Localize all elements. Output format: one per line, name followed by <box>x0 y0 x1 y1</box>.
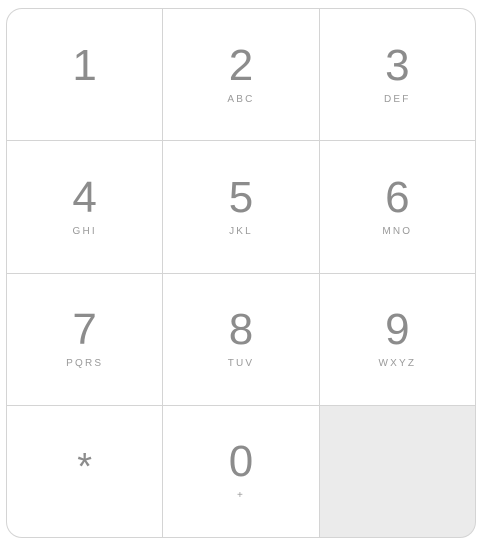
key-digit: 8 <box>228 305 254 355</box>
key-5[interactable]: 5 JKL <box>163 141 319 273</box>
key-9[interactable]: 9 WXYZ <box>319 273 475 405</box>
key-letters: JKL <box>229 225 253 237</box>
key-1[interactable]: 1 <box>7 9 163 141</box>
key-3[interactable]: 3 DEF <box>319 9 475 141</box>
key-digit: 9 <box>385 305 410 355</box>
key-digit: 7 <box>72 305 97 355</box>
key-digit: 3 <box>385 40 410 90</box>
key-letters: + <box>236 490 246 502</box>
key-8[interactable]: 8 TUV <box>163 273 319 405</box>
key-digit: 5 <box>228 172 254 222</box>
key-6[interactable]: 6 MNO <box>319 141 475 273</box>
key-2[interactable]: 2 ABC <box>163 9 319 141</box>
key-letters: WXYZ <box>378 358 417 370</box>
dial-keypad: 1 2 ABC 3 DEF 4 GHI 5 JKL 6 MNO 7 PQRS 8… <box>6 8 476 538</box>
key-digit: 2 <box>228 40 254 90</box>
key-blank <box>319 405 475 537</box>
key-digit: 4 <box>72 172 97 222</box>
key-letters: GHI <box>72 225 97 237</box>
key-letters: PQRS <box>66 358 104 370</box>
key-digit: * <box>77 446 93 489</box>
key-4[interactable]: 4 GHI <box>7 141 163 273</box>
key-7[interactable]: 7 PQRS <box>7 273 163 405</box>
key-digit: 6 <box>385 172 410 222</box>
key-star[interactable]: * <box>7 405 163 537</box>
key-digit: 1 <box>72 40 97 90</box>
key-0[interactable]: 0 + <box>163 405 319 537</box>
key-letters: DEF <box>384 93 411 105</box>
key-letters: ABC <box>227 93 255 105</box>
key-digit: 0 <box>228 437 254 487</box>
key-letters: TUV <box>227 358 255 370</box>
key-letters: MNO <box>382 225 413 237</box>
